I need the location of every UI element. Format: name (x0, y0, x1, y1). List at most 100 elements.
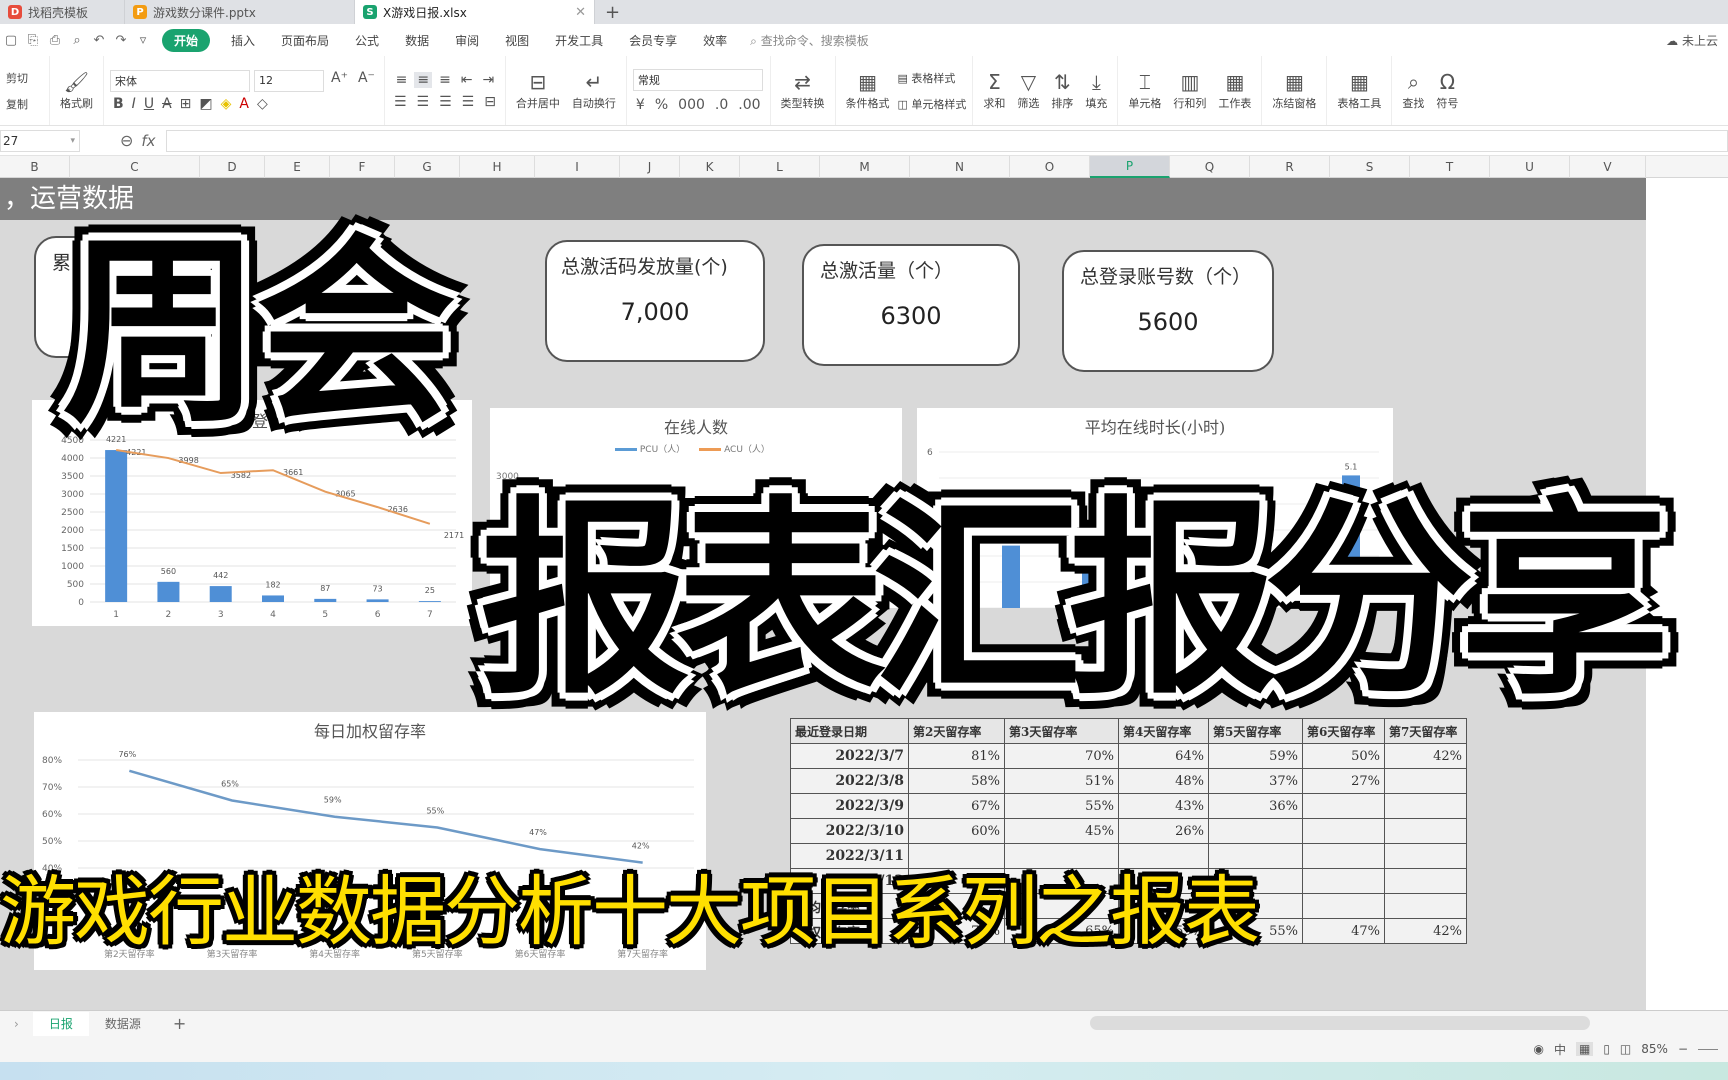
table-cell[interactable] (1384, 893, 1467, 919)
row-label[interactable]: 2022/3/9 (790, 793, 909, 819)
input-method-icon[interactable]: 中 (1554, 1041, 1566, 1058)
sum-button[interactable]: Σ 求和 (979, 71, 1009, 111)
highlight-icon[interactable]: ◈ (218, 96, 235, 112)
table-cell[interactable]: 64% (1118, 743, 1209, 769)
table-cell[interactable] (1384, 768, 1467, 794)
font-size-select[interactable]: 12 (254, 69, 324, 92)
number-format-select[interactable]: 常规 (632, 68, 763, 91)
cloud-status[interactable]: ☁ 未上云 (1666, 32, 1728, 49)
menu-start[interactable]: 开始 (162, 28, 211, 52)
name-box[interactable]: 27 ▾ (0, 129, 80, 152)
table-cell[interactable] (1302, 868, 1385, 894)
menu-page-layout[interactable]: 页面布局 (268, 32, 342, 49)
table-cell[interactable]: 27% (1302, 768, 1385, 794)
column-header-T[interactable]: T (1410, 156, 1490, 178)
column-header-J[interactable]: J (620, 156, 680, 178)
row-col-button[interactable]: ▥ 行和列 (1169, 71, 1210, 111)
table-cell[interactable]: 81% (908, 743, 1005, 769)
row-label[interactable]: 2022/3/8 (790, 768, 909, 794)
italic-icon[interactable]: I (129, 96, 139, 112)
zoom-slider[interactable] (1698, 1048, 1718, 1050)
page-layout-view-icon[interactable]: ▯ (1603, 1042, 1610, 1056)
row-label[interactable]: 2022/3/7 (790, 743, 909, 769)
table-cell[interactable] (1302, 843, 1385, 869)
column-header-B[interactable]: B (0, 156, 70, 178)
sheet-tab-source[interactable]: 数据源 (89, 1012, 157, 1036)
table-cell[interactable]: 55% (1004, 793, 1119, 819)
fill-button[interactable]: ⤓ 填充 (1081, 71, 1111, 111)
fill-color-icon[interactable]: ◩ (196, 96, 215, 112)
zoom-formula-icon[interactable]: ⊖ (120, 131, 133, 150)
table-cell[interactable]: 48% (1118, 768, 1209, 794)
eye-protection-icon[interactable]: ◉ (1533, 1042, 1543, 1056)
freeze-panes-button[interactable]: ▦ 冻结窗格 (1268, 71, 1320, 111)
table-cell[interactable] (1208, 818, 1303, 844)
table-cell[interactable]: 42% (1384, 918, 1467, 944)
table-cell[interactable] (1384, 843, 1467, 869)
tab-xlsx[interactable]: S X游戏日报.xlsx ✕ (355, 0, 595, 24)
preview-icon[interactable]: ⌕ (66, 33, 88, 48)
merge-center-button[interactable]: ⊟ 合并居中 (512, 71, 564, 111)
menu-member[interactable]: 会员专享 (616, 32, 690, 49)
column-header-V[interactable]: V (1570, 156, 1646, 178)
table-cell[interactable]: 50% (1302, 743, 1385, 769)
align-bottom-icon[interactable]: ≡ (436, 72, 454, 88)
table-cell[interactable] (1384, 818, 1467, 844)
table-cell[interactable]: 36% (1208, 793, 1303, 819)
column-header-R[interactable]: R (1250, 156, 1330, 178)
formula-input[interactable] (165, 129, 1728, 152)
table-style-button[interactable]: ▤ 表格样式 (898, 70, 967, 86)
page-break-view-icon[interactable]: ◫ (1620, 1042, 1631, 1056)
column-header-L[interactable]: L (740, 156, 820, 178)
table-cell[interactable] (1302, 818, 1385, 844)
font-name-select[interactable]: 宋体 (110, 69, 250, 92)
export-icon[interactable]: ⎘ (22, 33, 44, 48)
close-icon[interactable]: ✕ (575, 5, 586, 20)
tab-pptx[interactable]: P 游戏数分课件.pptx (125, 0, 355, 24)
cut-button[interactable]: 剪切 (6, 70, 28, 86)
table-cell[interactable]: 58% (908, 768, 1005, 794)
table-cell[interactable]: 67% (908, 793, 1005, 819)
table-cell[interactable]: 43% (1118, 793, 1209, 819)
worksheet-button[interactable]: ▦ 工作表 (1214, 71, 1255, 111)
clear-icon[interactable]: ◇ (254, 96, 271, 112)
dropdown-icon[interactable]: ▿ (132, 33, 154, 48)
column-header-K[interactable]: K (680, 156, 740, 178)
sheet-empty-area[interactable] (1646, 178, 1728, 1010)
align-right-icon[interactable]: ☰ (436, 94, 455, 110)
table-cell[interactable] (1384, 793, 1467, 819)
sheet-tab-daily[interactable]: 日报 (32, 1011, 89, 1036)
table-cell[interactable]: 37% (1208, 768, 1303, 794)
column-header-Q[interactable]: Q (1170, 156, 1250, 178)
zoom-out-icon[interactable]: − (1678, 1042, 1688, 1056)
table-cell[interactable]: 51% (1004, 768, 1119, 794)
menu-insert[interactable]: 插入 (218, 32, 268, 49)
table-cell[interactable]: 59% (1208, 743, 1303, 769)
justify-icon[interactable]: ☰ (459, 94, 478, 110)
new-tab-button[interactable]: + (595, 0, 630, 24)
table-cell[interactable] (1302, 893, 1385, 919)
align-middle-icon[interactable]: ≡ (414, 71, 433, 88)
table-cell[interactable]: 26% (1118, 818, 1209, 844)
table-cell[interactable]: 60% (908, 818, 1005, 844)
table-cell[interactable]: 42% (1384, 743, 1467, 769)
border-icon[interactable]: ⊞ (177, 96, 195, 112)
column-header-O[interactable]: O (1010, 156, 1090, 178)
command-search[interactable]: ⌕ 查找命令、搜索模板 (750, 32, 869, 49)
decimal-increase-icon[interactable]: .0 (712, 97, 731, 113)
undo-icon[interactable]: ↶ (88, 33, 110, 48)
table-cell[interactable]: 45% (1004, 818, 1119, 844)
find-button[interactable]: ⌕ 查找 (1398, 71, 1428, 111)
column-header-M[interactable]: M (820, 156, 910, 178)
menu-efficiency[interactable]: 效率 (690, 32, 740, 49)
menu-review[interactable]: 审阅 (442, 32, 492, 49)
indent-increase-icon[interactable]: ⇥ (480, 72, 498, 88)
copy-button[interactable]: 复制 (6, 96, 28, 112)
filter-button[interactable]: ▽ 筛选 (1013, 71, 1043, 111)
distribute-icon[interactable]: ⊟ (481, 94, 499, 110)
wrap-text-button[interactable]: ↵ 自动换行 (568, 71, 620, 111)
bold-icon[interactable]: B (110, 96, 127, 112)
cell-button[interactable]: ⌶ 单元格 (1124, 71, 1165, 111)
redo-icon[interactable]: ↷ (110, 33, 132, 48)
font-color-icon[interactable]: A (236, 96, 252, 112)
